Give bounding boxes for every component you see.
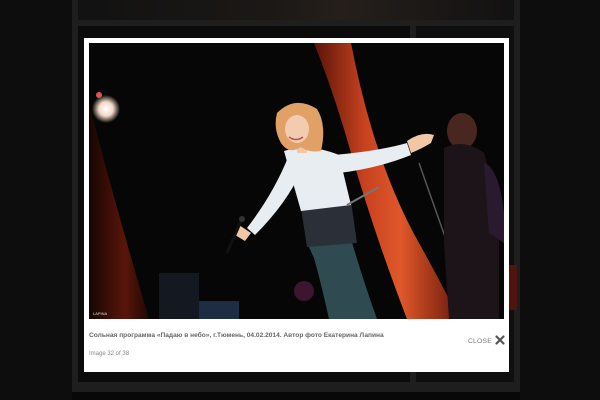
photo-watermark: LAPINA: [93, 311, 108, 316]
close-icon[interactable]: [495, 332, 505, 350]
lightbox: LAPINA Сольная программа «Падаю в небо»,…: [84, 38, 509, 372]
close-button[interactable]: CLOSE: [468, 332, 505, 350]
image-counter: Image 32 of 38: [89, 351, 130, 357]
close-label: CLOSE: [467, 337, 492, 345]
photo-caption: Сольная программа «Падаю в небо», г.Тюме…: [89, 332, 384, 339]
lightbox-photo[interactable]: LAPINA: [89, 43, 504, 319]
concert-photo-image: [89, 43, 504, 319]
